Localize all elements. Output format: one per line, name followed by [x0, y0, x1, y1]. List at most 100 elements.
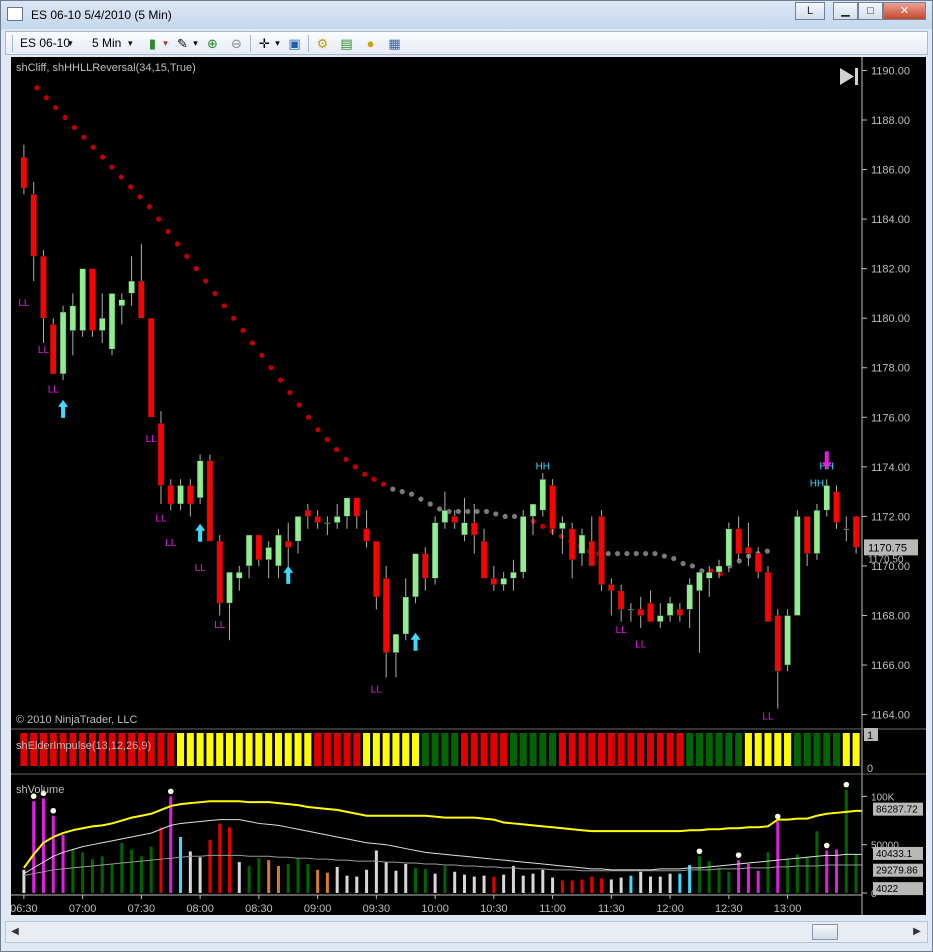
volume-bar: [795, 854, 799, 893]
bar-style-dropdown-icon[interactable]: ▾: [157, 35, 174, 52]
cliff-dot: [71, 124, 78, 131]
volume-peak-dot: [823, 842, 830, 849]
volume-bar: [600, 878, 604, 893]
impulse-bar: [235, 733, 243, 766]
impulse-bar: [206, 733, 214, 766]
chart-toolbar: ES 06-10 ▾ 5 Min ▾ ▮ ▾ ✎ ▾ ⊕ ⊖ ✛ ▾ ▣ ⚙ ▤…: [5, 31, 928, 55]
impulse-bar: [177, 733, 185, 766]
volume-bar: [404, 864, 408, 893]
volume-peak-dot: [696, 848, 703, 855]
impulse-bar: [392, 733, 400, 766]
strategies-icon[interactable]: ⚙: [314, 35, 331, 52]
swing-label: HH: [536, 461, 550, 472]
swing-label: LL: [38, 345, 50, 356]
cliff-dot: [680, 560, 686, 567]
cliff-dot: [455, 508, 461, 515]
up-arrow-icon: [195, 523, 206, 542]
time-tick-label: 10:00: [421, 903, 449, 915]
zoom-in-icon[interactable]: ⊕: [204, 35, 221, 52]
volume-bar: [374, 850, 378, 893]
crosshair-dropdown-icon[interactable]: ▾: [269, 35, 286, 52]
volume-bar: [208, 839, 212, 893]
impulse-bar: [656, 733, 664, 766]
cliff-dot: [315, 427, 321, 433]
candle-body: [294, 516, 302, 542]
toolbar-separator-2: [308, 35, 309, 52]
volume-bar: [267, 860, 271, 893]
volume-bar: [472, 876, 476, 893]
volume-bar: [198, 857, 202, 893]
maximize-button[interactable]: □: [858, 2, 883, 20]
cliff-dot: [511, 513, 518, 520]
drawing-dropdown-icon[interactable]: ▾: [187, 35, 204, 52]
instrument-selector[interactable]: ES 06-10: [20, 35, 70, 52]
impulse-bar: [774, 733, 782, 766]
candle-body: [59, 311, 67, 375]
language-button[interactable]: L: [795, 2, 825, 20]
impulse-bar: [431, 733, 439, 766]
volume-bar: [511, 865, 515, 893]
cliff-dot: [352, 464, 358, 470]
cliff-dot: [109, 164, 115, 170]
time-tick-label: 11:00: [539, 903, 566, 915]
volume-bar: [443, 865, 447, 893]
scroll-right-icon[interactable]: ▶: [910, 924, 924, 940]
properties-icon[interactable]: ▣: [286, 35, 303, 52]
cliff-dot: [371, 476, 377, 482]
play-icon[interactable]: [840, 68, 858, 85]
volume-bar: [247, 865, 251, 893]
minimize-button[interactable]: ▁: [833, 2, 858, 20]
impulse-bar: [646, 733, 655, 766]
candle-body: [451, 516, 458, 523]
interval-selector[interactable]: 5 Min: [92, 35, 121, 52]
volume-bar: [130, 849, 134, 893]
instrument-dropdown-icon[interactable]: ▾: [68, 35, 73, 52]
cliff-dot: [614, 550, 621, 557]
cliff-dot: [184, 253, 190, 259]
volume-value-label: 40433.1: [876, 849, 913, 860]
volume-bar: [825, 850, 829, 893]
volume-bar: [325, 872, 329, 893]
volume-bar: [296, 858, 300, 893]
candle-body: [216, 540, 223, 604]
time-tick-label: 12:00: [656, 903, 684, 915]
scroll-left-icon[interactable]: ◀: [8, 924, 22, 940]
volume-value-label: 29279.86: [876, 866, 918, 877]
copyright-label: © 2010 NinjaTrader, LLC: [16, 714, 137, 726]
impulse-bar: [705, 733, 713, 766]
interval-dropdown-icon[interactable]: ▾: [128, 35, 133, 52]
chart-panel[interactable]: LLLLLLLLLLLLLLLLLLLLLLLLHHHHHH 1190.0011…: [11, 57, 926, 915]
cliff-dot: [334, 446, 340, 453]
indicators-icon[interactable]: ▤: [338, 35, 355, 52]
last-price-label-2: 1170.50: [868, 554, 904, 565]
impulse-bar: [255, 733, 263, 766]
candle-body: [549, 485, 556, 530]
volume-bar: [639, 871, 643, 893]
scroll-thumb[interactable]: [812, 924, 838, 940]
volume-bar: [71, 849, 75, 893]
data-box-icon[interactable]: ▦: [386, 35, 403, 52]
cliff-dot: [540, 523, 546, 529]
candle-body: [373, 540, 380, 598]
price-tick-label: 1188.00: [871, 115, 910, 127]
candle-body: [314, 516, 321, 523]
volume-bar: [502, 874, 506, 893]
price-tick-label: 1176.00: [871, 412, 910, 424]
impulse-bar: [823, 733, 831, 766]
cliff-dot: [343, 456, 349, 463]
swing-label: LL: [635, 640, 647, 651]
volume-bar: [707, 861, 711, 893]
candle-body: [686, 584, 693, 610]
close-button[interactable]: ✕: [883, 2, 926, 20]
horizontal-scrollbar[interactable]: ◀ ▶: [5, 921, 928, 943]
app-window: ES 06-10 5/4/2010 (5 Min) L ▁ □ ✕ ES 06-…: [0, 0, 933, 952]
time-tick-label: 07:00: [69, 903, 97, 915]
impulse-bar: [598, 733, 606, 766]
cliff-dot: [418, 496, 424, 502]
volume-bar: [835, 849, 839, 893]
money-icon[interactable]: ●: [362, 35, 379, 52]
volume-bar: [815, 831, 819, 893]
volume-bar: [697, 856, 701, 893]
impulse-bar: [274, 733, 282, 766]
zoom-out-icon[interactable]: ⊖: [228, 35, 245, 52]
